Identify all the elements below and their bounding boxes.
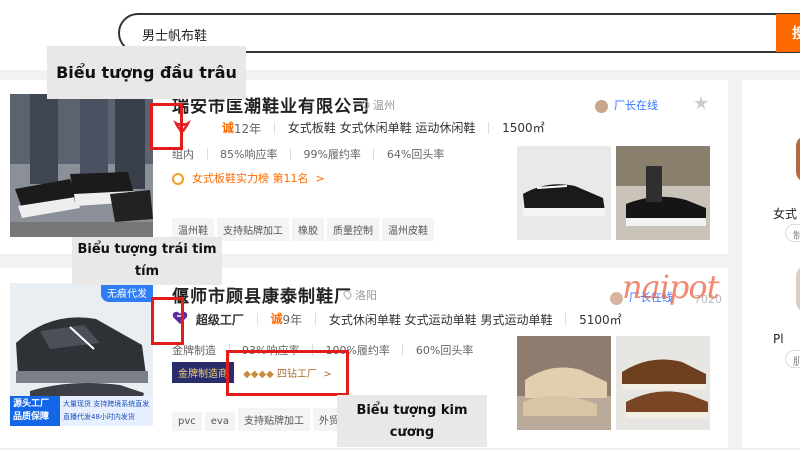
main-categories: 女式休闲单鞋 女式运动单鞋 男式运动单鞋 — [328, 312, 553, 327]
divider — [206, 148, 208, 160]
divider — [565, 313, 567, 325]
chevron-right-icon: > — [308, 172, 325, 185]
annotation-bull-icon: Biểu tượng đầu trâu — [47, 46, 246, 99]
chat-label: 厂长在线 — [614, 99, 658, 112]
product-thumbnail[interactable] — [616, 336, 710, 430]
tag[interactable]: 支持贴牌加工 — [237, 408, 310, 431]
sidebar-product-image[interactable] — [796, 136, 800, 182]
product-image[interactable] — [10, 94, 153, 237]
watermark-logo: naipot — [622, 268, 720, 306]
image-banner-right: 大量现货 支持跨境系统直发 直播代发48小时内发货 — [60, 396, 153, 426]
annotation-diamond-icon: Biểu tượng kim cương — [337, 395, 487, 447]
tag[interactable]: 温州皮鞋 — [382, 218, 434, 241]
divider — [273, 121, 275, 134]
product-thumbnail[interactable] — [517, 146, 611, 240]
sidebar-product-image[interactable] — [796, 266, 800, 312]
years-in-business: 诚9年 — [270, 312, 303, 327]
response-rate: 85%响应率 — [220, 148, 278, 161]
location: 洛阳 — [341, 287, 377, 303]
annotation-heart-icon: Biểu tượng trái tim tím — [72, 237, 222, 285]
gold-manufacturer-badge[interactable]: 金牌制造商 — [172, 362, 234, 383]
service-rates: 组内 85%响应率 99%履约率 64%回头率 — [172, 146, 444, 162]
product-thumbnail[interactable] — [616, 146, 710, 240]
years-in-business: 诚12年 — [221, 120, 262, 136]
avatar — [595, 99, 608, 113]
factory-area: 1500㎡ — [502, 121, 545, 135]
location-pin-icon — [359, 98, 372, 111]
location-text: 洛阳 — [355, 289, 377, 302]
ranking-text: 女式板鞋实力榜 第11名 — [192, 172, 309, 185]
tag-list: pvc eva 支持贴牌加工 外贸 — [172, 408, 348, 431]
image-banner-left: 源头工厂 品质保障 — [10, 396, 60, 426]
location: 温州 — [359, 97, 395, 113]
years-text: 9年 — [282, 313, 303, 327]
ranking-link[interactable]: 女式板鞋实力榜 第11名 > — [172, 170, 325, 186]
divider — [289, 148, 291, 160]
search-query-text: 男士帆布鞋 — [142, 29, 208, 44]
sidebar-item-label[interactable]: 女式 — [773, 205, 797, 222]
fulfillment-rate: 99%履约率 — [303, 148, 361, 161]
divider — [488, 121, 490, 134]
product-thumbnail[interactable] — [517, 336, 611, 430]
tag[interactable]: 橡胶 — [292, 218, 324, 241]
sidebar-item-label[interactable]: Pl — [773, 332, 784, 346]
sidebar-item-pill[interactable]: 肌 — [785, 350, 800, 368]
main-categories: 女式板鞋 女式休闲单鞋 运动休闲鞋 — [287, 121, 476, 135]
annotation-box-diamond — [226, 350, 349, 396]
tag[interactable]: 支持贴牌加工 — [217, 218, 289, 241]
tier-label: 超级工厂 — [195, 312, 244, 327]
divider — [373, 148, 375, 160]
divider — [402, 344, 404, 356]
location-pin-icon — [341, 288, 354, 301]
image-badge: 无痕代发 — [101, 283, 153, 302]
tag[interactable]: pvc — [172, 412, 202, 431]
repeat-rate: 64%回头率 — [386, 148, 445, 161]
annotation-box-heart — [151, 297, 184, 345]
chat-online[interactable]: 厂长在线 — [595, 97, 658, 113]
search-button[interactable]: 搜 — [776, 14, 800, 52]
location-text: 温州 — [373, 99, 395, 112]
sidebar-item-pill[interactable]: 制 — [785, 224, 800, 242]
company-name[interactable]: 偃师市顾县康泰制鞋厂 — [172, 282, 352, 307]
supplier-meta: 诚12年 女式板鞋 女式休闲单鞋 运动休闲鞋 1500㎡ — [172, 118, 545, 137]
right-sidebar — [742, 80, 800, 448]
star-icon[interactable]: ★ — [693, 93, 709, 114]
divider — [256, 313, 258, 325]
factory-area: 5100㎡ — [579, 312, 622, 327]
supplier-meta: 超级工厂 诚9年 女式休闲单鞋 女式运动单鞋 男式运动单鞋 5100㎡ — [172, 310, 622, 328]
tag[interactable]: 质量控制 — [327, 218, 379, 241]
supplier-card[interactable]: 瑞安市匡潮鞋业有限公司 温州 诚12年 女式板鞋 女式休闲单鞋 运动休闲鞋 15… — [0, 80, 728, 254]
years-text: 12年 — [233, 121, 262, 136]
medal-icon — [172, 173, 184, 185]
product-image[interactable]: 无痕代发 源头工厂 品质保障 大量现货 支持跨境系统直发 直播代发48小时内发货 — [10, 283, 153, 426]
repeat-rate: 60%回头率 — [415, 344, 474, 357]
divider — [314, 313, 316, 325]
annotation-box-bull — [150, 103, 183, 150]
tag[interactable]: eva — [204, 412, 235, 431]
